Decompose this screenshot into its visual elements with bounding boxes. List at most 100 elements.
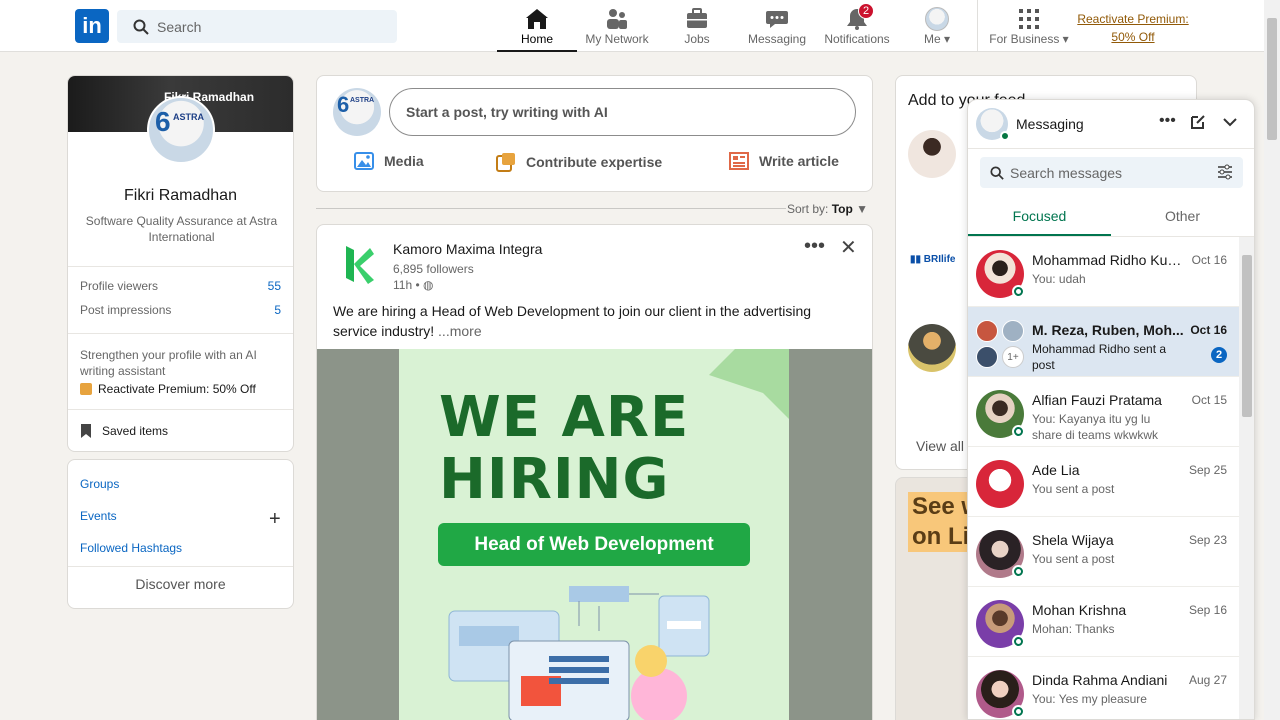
view-all-label: View all: [916, 438, 964, 454]
nav-jobs[interactable]: Jobs: [657, 0, 737, 52]
events-link[interactable]: Events: [80, 509, 117, 523]
grid-icon: [1019, 9, 1039, 29]
suggested-person-avatar[interactable]: [908, 130, 956, 178]
conversation-scrollbar[interactable]: [1239, 237, 1254, 719]
tab-focused[interactable]: Focused: [968, 200, 1111, 236]
divider: [316, 208, 786, 209]
conversation-item[interactable]: 1+ M. Reza, Ruben, Moh... Oct 16 Mohamma…: [968, 307, 1239, 377]
conversation-item[interactable]: Mohammad Ridho Kus... Oct 16 You: udah: [968, 237, 1239, 307]
message-date: Sep 25: [1188, 463, 1227, 477]
write-article-label: Write article: [759, 153, 839, 169]
conversation-item[interactable]: Alfian Fauzi Pratama Oct 15 You: Kayanya…: [968, 377, 1239, 447]
feed-post: Kamoro Maxima Integra 6,895 followers 11…: [316, 224, 873, 720]
globe-icon: ◍: [423, 278, 434, 292]
ad-text-line2: on Li: [912, 523, 970, 550]
hiring-headline: WE ARE HIRING: [439, 385, 690, 512]
user-avatar[interactable]: 6 ASTRA: [333, 88, 381, 136]
reactivate-premium-promo[interactable]: Reactivate Premium: 50% Off: [80, 382, 256, 396]
contribute-expertise-button[interactable]: Contribute expertise: [496, 152, 662, 172]
message-preview: You sent a post: [1032, 482, 1115, 496]
linkedin-logo[interactable]: in: [75, 9, 109, 43]
plus-icon[interactable]: +: [269, 508, 281, 531]
media-button[interactable]: Media: [354, 152, 424, 170]
message-preview: You: Kayanya itu yg lu share di teams wk…: [1032, 412, 1159, 442]
message-search-input[interactable]: [1010, 164, 1210, 181]
edit-note-icon: [496, 153, 515, 172]
search-input[interactable]: [157, 18, 377, 35]
messaging-header[interactable]: Messaging •••: [968, 100, 1254, 149]
nav-notifications[interactable]: 2 Notifications: [817, 0, 897, 52]
conversation-scrollbar-thumb[interactable]: [1242, 255, 1252, 417]
unread-badge: 2: [1211, 347, 1227, 363]
filter-icon[interactable]: [1217, 164, 1233, 180]
post-image[interactable]: WE ARE HIRING Head of Web Development: [317, 349, 872, 720]
avatar-icon: [925, 7, 949, 31]
profile-viewers-stat[interactable]: Profile viewers 55: [80, 279, 281, 293]
nav-home[interactable]: Home: [497, 0, 577, 52]
nav-for-business-label: For Business ▾: [989, 32, 1068, 46]
conversation-item[interactable]: Ade Lia Sep 25 You sent a post: [968, 447, 1239, 517]
post-impressions-stat[interactable]: Post impressions 5: [80, 303, 281, 317]
premium-link-line1: Reactivate Premium:: [1077, 12, 1189, 26]
web-illustration: [448, 586, 710, 720]
more-options-icon[interactable]: •••: [804, 235, 825, 258]
group-member-avatar: [976, 346, 998, 368]
contribute-expertise-label: Contribute expertise: [526, 154, 663, 170]
message-search[interactable]: [980, 157, 1243, 188]
message-preview: You: Yes my pleasure: [1032, 692, 1147, 706]
more-options-icon[interactable]: •••: [1159, 112, 1176, 130]
search-icon: [990, 165, 1004, 180]
group-more-count: 1+: [1002, 346, 1024, 368]
nav-messaging[interactable]: Messaging: [737, 0, 817, 52]
online-status-icon: [1012, 425, 1025, 438]
group-avatar: 1+: [976, 320, 1026, 370]
conversation-item[interactable]: Mohan Krishna Sep 16 Mohan: Thanks: [968, 587, 1239, 657]
post-text: We are hiring a Head of Web Development …: [333, 303, 812, 339]
collapse-chevron-icon[interactable]: [1222, 114, 1238, 135]
nav-home-label: Home: [520, 32, 553, 46]
page-scrollbar-thumb[interactable]: [1267, 18, 1277, 140]
conversation-list: Mohammad Ridho Kus... Oct 16 You: udah 1…: [968, 237, 1239, 719]
premium-link-line2: 50% Off: [1111, 30, 1155, 44]
company-name[interactable]: Kamoro Maxima Integra: [393, 241, 542, 257]
conversation-item[interactable]: Dinda Rahma Andiani Aug 27 You: Yes my p…: [968, 657, 1239, 719]
nav-my-network[interactable]: My Network: [577, 0, 657, 52]
message-date: Sep 16: [1188, 603, 1227, 617]
search-bar[interactable]: [117, 10, 397, 43]
message-date: Sep 23: [1188, 533, 1227, 547]
group-member-avatar: [1002, 320, 1024, 342]
stat-value: 5: [274, 303, 281, 317]
view-all-recommendations-link[interactable]: View all: [916, 438, 964, 454]
saved-items-link[interactable]: Saved items: [80, 424, 168, 438]
divider: [68, 333, 293, 334]
saved-items-label: Saved items: [102, 424, 169, 438]
suggested-company-logo[interactable]: ▮▮ BRIlife: [908, 236, 956, 284]
message-preview: You: udah: [1032, 272, 1086, 286]
caret-down-icon: ▼: [856, 202, 869, 216]
see-more-link[interactable]: ...more: [438, 323, 482, 339]
conversation-item[interactable]: Shela Wijaya Sep 23 You sent a post: [968, 517, 1239, 587]
divider: [68, 566, 293, 567]
write-article-button[interactable]: Write article: [729, 152, 839, 170]
nav-for-business[interactable]: For Business ▾: [982, 0, 1076, 52]
sort-dropdown[interactable]: Sort by: Top ▼: [787, 202, 868, 216]
followed-hashtags-link[interactable]: Followed Hashtags: [80, 541, 182, 555]
contact-name: Ade Lia: [1032, 462, 1080, 478]
profile-name[interactable]: Fikri Ramadhan: [68, 187, 293, 205]
discover-more-button[interactable]: Discover more: [68, 576, 293, 592]
stat-value: 55: [267, 279, 281, 293]
profile-avatar[interactable]: 6 ASTRA: [147, 96, 215, 164]
contact-name: M. Reza, Ruben, Moh...: [1032, 322, 1184, 338]
tab-other[interactable]: Other: [1111, 200, 1254, 236]
company-logo[interactable]: [334, 240, 382, 288]
nav-me[interactable]: Me ▾: [897, 0, 977, 52]
close-icon[interactable]: ✕: [840, 235, 857, 260]
reactivate-premium-link[interactable]: Reactivate Premium: 50% Off: [1074, 10, 1192, 46]
job-role-pill: Head of Web Development: [438, 523, 750, 566]
compose-icon[interactable]: [1190, 114, 1206, 135]
sort-value: Top: [831, 202, 853, 216]
suggested-person-avatar[interactable]: [908, 324, 956, 372]
start-post-button[interactable]: Start a post, try writing with AI: [389, 88, 856, 136]
page-scrollbar[interactable]: [1264, 0, 1280, 720]
groups-link[interactable]: Groups: [80, 477, 119, 491]
